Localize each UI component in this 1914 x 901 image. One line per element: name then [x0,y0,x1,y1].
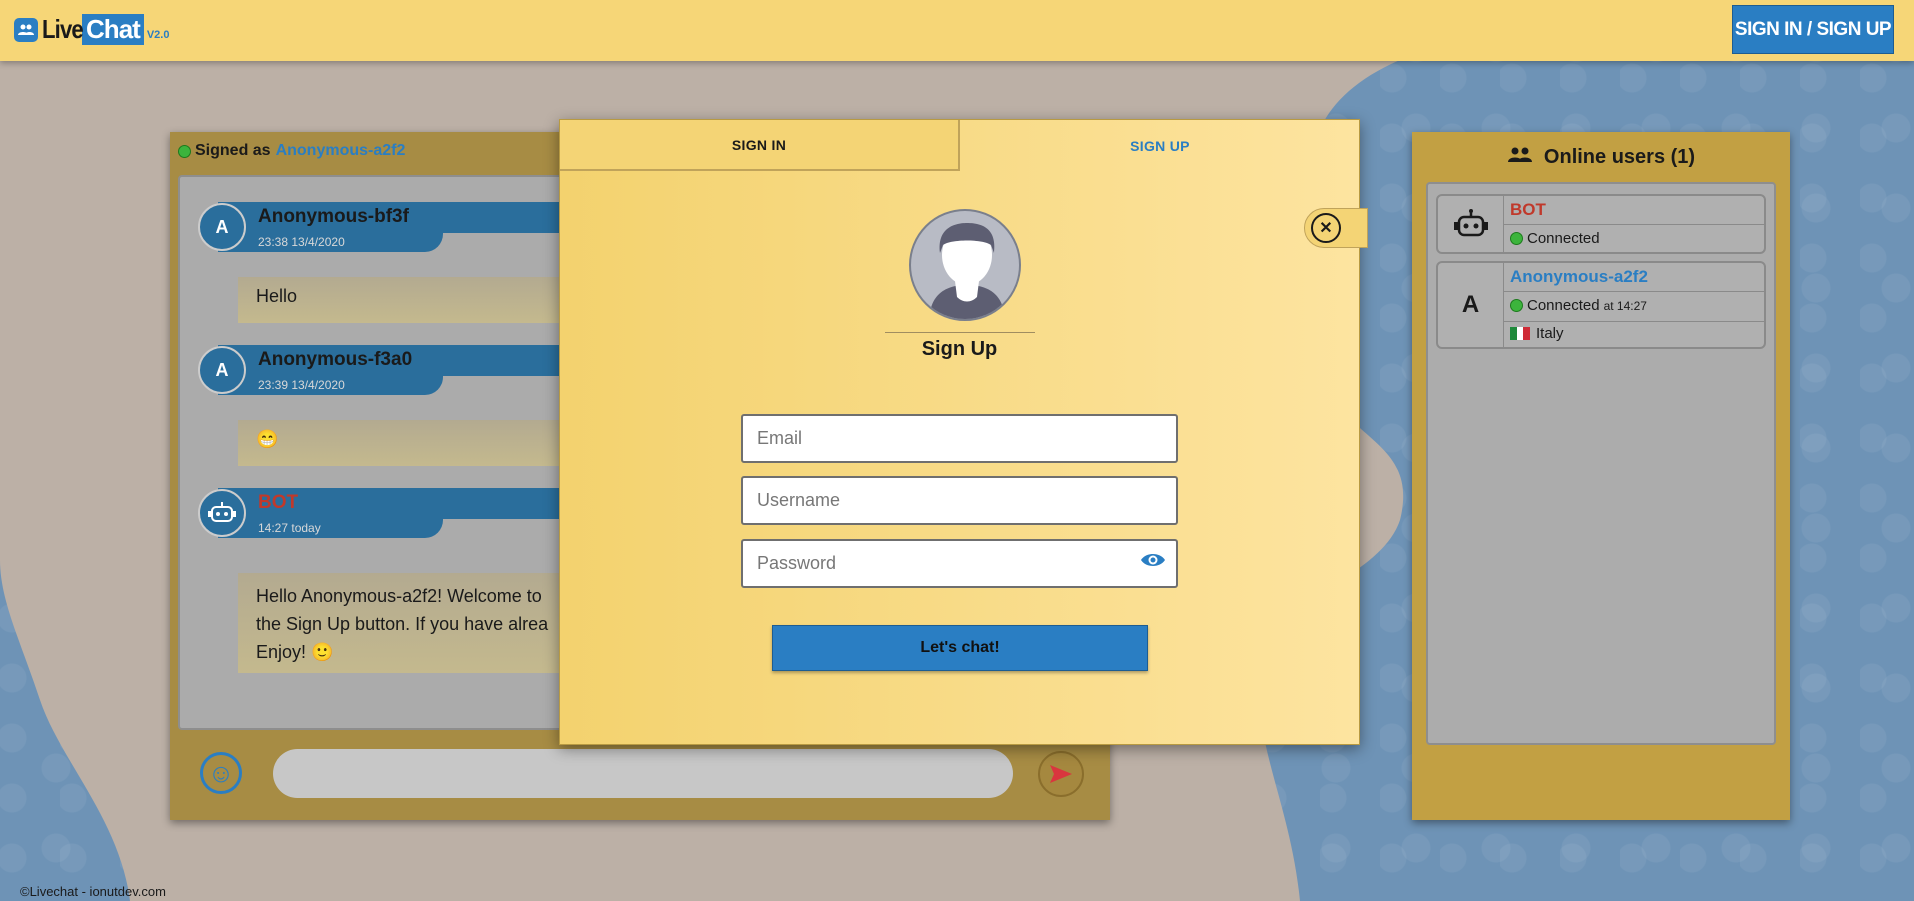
username-field[interactable] [741,476,1178,525]
logo[interactable]: Live Chat V2.0 [14,14,169,45]
user-country: Italy [1536,325,1564,342]
online-users-list: BOT Connected A Anonymous-a2f2 Connected… [1426,182,1776,745]
message-author[interactable]: BOT [258,492,298,514]
footer-text: ©Livechat - ionutdev.com [20,884,166,899]
close-icon: ✕ [1311,213,1341,243]
message-input[interactable] [273,749,1013,798]
password-field[interactable] [741,539,1178,588]
user-status: Connected [1527,297,1600,314]
signin-signup-button[interactable]: SIGN IN / SIGN UP [1732,5,1894,54]
email-field[interactable] [741,414,1178,463]
signup-modal: SIGN IN SIGN UP ✕ Sign Up Let's chat! [559,119,1368,745]
message-text: Hello [256,286,298,306]
message-text: 😁 [256,429,279,449]
online-dot-icon [1510,299,1523,312]
online-users-title-text: Online users (1) [1543,146,1696,168]
robot-icon[interactable] [198,489,246,537]
user-avatar-icon [909,209,1021,321]
user-status: Connected [1527,230,1600,247]
message-author[interactable]: Anonymous-f3a0 [258,349,412,371]
eye-icon[interactable] [1140,552,1166,568]
users-icon [1507,147,1538,167]
tab-signin[interactable]: SIGN IN [560,120,960,171]
logo-version: V2.0 [146,28,170,41]
logo-text-live: Live [42,14,84,44]
message-time: 23:39 13/4/2020 [258,378,345,392]
emoji-picker-icon[interactable]: ☺ [200,752,242,794]
close-button[interactable]: ✕ [1304,208,1368,248]
message-author[interactable]: Anonymous-bf3f [258,206,409,228]
avatar[interactable]: A [198,346,246,394]
user-card-anonymous[interactable]: A Anonymous-a2f2 Connected at 14:27 Italy [1436,261,1766,349]
user-status-time: at 14:27 [1603,298,1647,313]
robot-icon [1438,196,1504,252]
signed-user[interactable]: Anonymous-a2f2 [276,142,406,160]
signed-as-label: Signed as [195,142,271,159]
divider [885,332,1035,333]
online-dot-icon [1510,232,1523,245]
online-users-title: Online users (1) [1412,146,1790,169]
chat-input-row: ☺ [178,742,1102,810]
message-time: 14:27 today [258,521,321,535]
user-name: Anonymous-a2f2 [1510,267,1648,286]
logo-text-chat: Chat [82,14,144,45]
submit-button[interactable]: Let's chat! [772,625,1148,671]
user-name: BOT [1510,200,1546,219]
top-bar: Live Chat V2.0 SIGN IN / SIGN UP [0,0,1914,61]
send-icon[interactable] [1038,751,1084,797]
message-time: 23:38 13/4/2020 [258,235,345,249]
italy-flag-icon [1510,327,1531,340]
avatar: A [1438,263,1504,347]
users-icon [14,17,38,42]
avatar[interactable]: A [198,203,246,251]
online-users-panel: Online users (1) BOT Connected A Anonymo… [1412,132,1790,820]
online-dot-icon [178,144,191,158]
signed-as-row: Signed as Anonymous-a2f2 [178,142,405,160]
user-card-bot[interactable]: BOT Connected [1436,194,1766,254]
tab-signup[interactable]: SIGN UP [960,120,1360,171]
modal-title: Sign Up [921,338,998,360]
